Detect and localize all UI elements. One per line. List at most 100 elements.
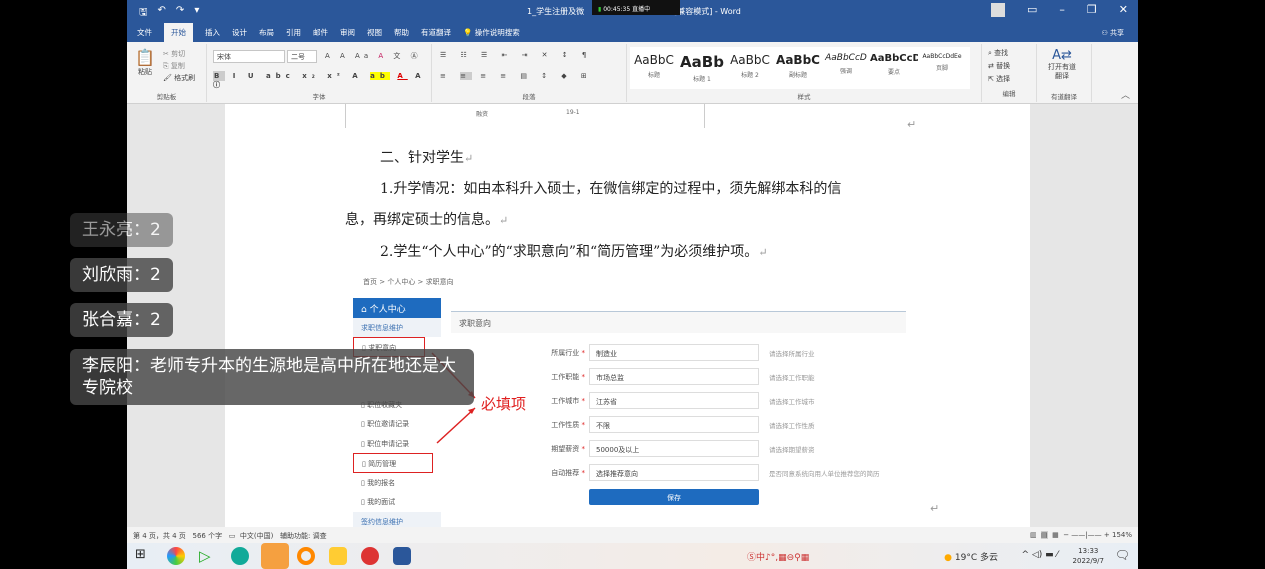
copy-button[interactable]: ⎘ 复制 bbox=[163, 60, 195, 72]
paragraph-1-line-1[interactable]: 1.升学情况：如由本科升入硕士，在微信绑定的过程中，须先解绑本科的信 bbox=[380, 178, 841, 198]
share-button[interactable]: ⚇ 共享 bbox=[1101, 28, 1124, 38]
cut-button[interactable]: ✂ 剪切 bbox=[163, 48, 195, 60]
paragraph-2[interactable]: 2.学生“个人中心”的“求职意向”和“简历管理”为必须维护项。↵ bbox=[380, 241, 768, 261]
paragraph-group: ☰ ☷ ☰ ⇤ ⇥ ✕ ↕ ¶ ≡ ≡ ≡ ≡ ▤ ↕ ◆ ⊞ 段落 bbox=[432, 44, 627, 102]
proofing-icon[interactable]: ▭ bbox=[229, 532, 236, 540]
style-item[interactable]: AaBbCcDdEe 页脚 bbox=[918, 47, 966, 89]
tab-view[interactable]: 视图 bbox=[367, 27, 382, 38]
paragraph-text: 2.学生“个人中心”的“求职意向”和“简历管理”为必须维护项。 bbox=[380, 244, 759, 260]
tab-insert[interactable]: 插入 bbox=[205, 27, 220, 38]
chat-message: 李辰阳：老师专升本的生源地是高中所在地还是大专院校 bbox=[70, 349, 474, 405]
replace-button[interactable]: ⇄ 替换 bbox=[988, 60, 1036, 73]
tab-youdao[interactable]: 有道翻译 bbox=[421, 27, 451, 38]
notification-icon[interactable]: 🗨 bbox=[1115, 548, 1130, 562]
tab-mailings[interactable]: 邮件 bbox=[313, 27, 328, 38]
read-mode-icon[interactable]: ▥ bbox=[1030, 531, 1037, 539]
align-buttons[interactable]: ≡ ≡ ≡ ≡ ▤ ↕ ◆ ⊞ bbox=[440, 72, 593, 80]
style-item[interactable]: AaBbCcD 要点 bbox=[870, 47, 918, 89]
paragraph-mark: ↵ bbox=[499, 214, 509, 227]
accessibility-status[interactable]: 辅助功能: 调查 bbox=[280, 532, 327, 540]
customize-icon[interactable]: ▾ bbox=[194, 5, 199, 22]
style-item[interactable]: AaBbC 标题 bbox=[630, 47, 678, 89]
tab-design[interactable]: 设计 bbox=[232, 27, 247, 38]
tab-layout[interactable]: 布局 bbox=[259, 27, 274, 38]
styles-group-label: 样式 bbox=[797, 93, 811, 101]
cut-label: 剪切 bbox=[171, 50, 186, 58]
photos-icon[interactable] bbox=[167, 547, 185, 565]
font-size-buttons[interactable]: A A Aa A 文 Ⓐ bbox=[325, 51, 422, 61]
font-format-buttons[interactable]: B I U abc x₂ x² A ab A A ⓘ bbox=[213, 71, 431, 90]
tab-review[interactable]: 审阅 bbox=[340, 27, 355, 38]
field-hint: 是否同意系统向用人单位推荐您的简历 bbox=[769, 470, 880, 478]
save-icon[interactable]: 🖫 bbox=[139, 5, 148, 22]
field-hint: 请选择所属行业 bbox=[769, 350, 815, 358]
taskbar: ⊞ ▷ Ⓢ中♪°,▦⊖⚲▦ ● 19°C 多云 ^ ◁) ▬ ⁄ 13:33 20… bbox=[127, 543, 1138, 569]
doc-title-suffix: [兼容模式] - Word bbox=[674, 7, 741, 16]
weather[interactable]: ● 19°C 多云 bbox=[944, 550, 998, 563]
app-icon[interactable] bbox=[297, 547, 315, 565]
tab-references[interactable]: 引用 bbox=[286, 27, 301, 38]
field-hint: 请选择工作职能 bbox=[769, 374, 815, 382]
format-painter-button[interactable]: 🖌 格式刷 bbox=[163, 72, 195, 84]
list-buttons[interactable]: ☰ ☷ ☰ ⇤ ⇥ ✕ ↕ ¶ bbox=[440, 51, 592, 59]
heading-students[interactable]: 二、针对学生↵ bbox=[380, 147, 473, 167]
style-item[interactable]: AaBbC 副标题 bbox=[774, 47, 822, 89]
word-count[interactable]: 566 个字 bbox=[193, 532, 223, 540]
language[interactable]: 中文(中国) bbox=[240, 532, 273, 540]
open-translate-button[interactable]: A⇄ 打开有道翻译 bbox=[1037, 44, 1087, 81]
meeting-app-icon[interactable] bbox=[261, 543, 289, 569]
zoom-slider[interactable]: − ——|—— + bbox=[1063, 531, 1110, 539]
word-icon[interactable] bbox=[393, 547, 411, 565]
system-tray-icons[interactable]: ^ ◁) ▬ ⁄ bbox=[1021, 550, 1058, 560]
font-size-select[interactable]: 二号 bbox=[287, 50, 317, 63]
undo-icon[interactable]: ↶ bbox=[158, 5, 166, 22]
edge-icon[interactable] bbox=[231, 547, 249, 565]
print-layout-icon[interactable]: ▤ bbox=[1041, 531, 1048, 539]
tab-file[interactable]: 文件 bbox=[137, 27, 152, 38]
page-count[interactable]: 第 4 页，共 4 页 bbox=[133, 532, 186, 540]
media-player-icon[interactable]: ▷ bbox=[199, 547, 217, 565]
input-method-toolbar[interactable]: Ⓢ中♪°,▦⊖⚲▦ bbox=[747, 550, 809, 563]
style-item[interactable]: AaBb 标题 1 bbox=[678, 47, 726, 89]
clock[interactable]: 13:33 2022/9/7 bbox=[1073, 546, 1104, 566]
tab-help[interactable]: 帮助 bbox=[394, 27, 409, 38]
table-cell: 19-1 bbox=[566, 109, 580, 116]
style-sample: AaBbCcD bbox=[825, 53, 867, 63]
avatar[interactable] bbox=[991, 3, 1005, 17]
ribbon: 📋 粘贴 ✂ 剪切 ⎘ 复制 🖌 格式刷 剪贴板 宋体 二号 A A Aa A 文… bbox=[127, 42, 1138, 104]
paragraph-1-line-2[interactable]: 息，再绑定硕士的信息。↵ bbox=[345, 209, 508, 229]
font-group: 宋体 二号 A A Aa A 文 Ⓐ B I U abc x₂ x² A ab … bbox=[207, 44, 432, 102]
heading-text: 二、针对学生 bbox=[380, 150, 464, 166]
redo-icon[interactable]: ↷ bbox=[176, 5, 184, 22]
start-icon[interactable]: ⊞ bbox=[135, 547, 153, 565]
close-button[interactable]: ✕ bbox=[1119, 3, 1128, 17]
font-name-select[interactable]: 宋体 bbox=[213, 50, 285, 63]
status-bar: 第 4 页，共 4 页 566 个字 ▭ 中文(中国) 辅助功能: 调查 ▥ ▤… bbox=[127, 527, 1138, 543]
tell-me-search[interactable]: 💡 操作说明搜索 bbox=[463, 27, 520, 38]
file-explorer-icon[interactable] bbox=[329, 547, 347, 565]
field-label: 期望薪资 * bbox=[551, 445, 585, 453]
style-sample: AaBbCcDdEe bbox=[922, 53, 962, 60]
minimize-button[interactable]: – bbox=[1059, 3, 1065, 17]
select-button[interactable]: ⇱ 选择 bbox=[988, 73, 1036, 86]
style-name: 要点 bbox=[887, 69, 900, 76]
form-row: 工作城市 * 江苏省 请选择工作城市 bbox=[525, 392, 910, 409]
collapse-ribbon-icon[interactable]: ︿ bbox=[1121, 88, 1130, 101]
find-button[interactable]: ⌕ 查找 bbox=[988, 47, 1036, 60]
paragraph-mark: ↵ bbox=[464, 152, 474, 165]
tab-home[interactable]: 开始 bbox=[164, 22, 193, 42]
restore-button[interactable]: ❐ bbox=[1087, 3, 1097, 17]
style-name: 标题 2 bbox=[741, 72, 759, 79]
recording-text: 00:45:35 直播中 bbox=[603, 6, 651, 13]
style-item[interactable]: AaBbCcD 强调 bbox=[822, 47, 870, 89]
web-layout-icon[interactable]: ▦ bbox=[1052, 531, 1059, 539]
ribbon-display-icon[interactable]: ▭ bbox=[1027, 3, 1037, 17]
chat-message: 张合嘉：2 bbox=[70, 303, 173, 337]
doc-title: 1_学生注册及微 bbox=[527, 7, 585, 16]
paste-button[interactable]: 📋 粘贴 bbox=[135, 48, 155, 77]
zoom-level[interactable]: 154% bbox=[1112, 531, 1132, 539]
powerpoint-icon[interactable] bbox=[361, 547, 379, 565]
field-input: 不限 bbox=[589, 416, 759, 433]
style-item[interactable]: AaBbC 标题 2 bbox=[726, 47, 774, 89]
share-label: 共享 bbox=[1110, 29, 1124, 37]
